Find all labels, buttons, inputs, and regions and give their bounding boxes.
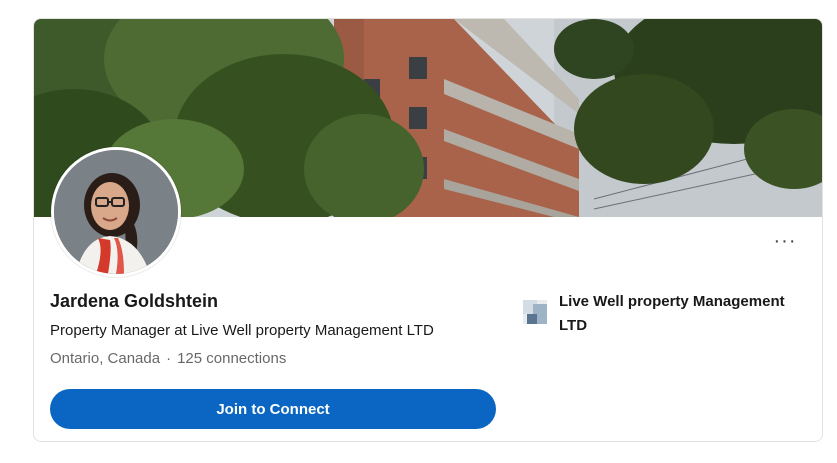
- company-name-link[interactable]: Live Well property Management LTD: [559, 290, 809, 338]
- more-horizontal-icon: ···: [773, 230, 797, 252]
- profile-headline: Property Manager at Live Well property M…: [50, 322, 434, 339]
- join-to-connect-button[interactable]: Join to Connect: [50, 389, 496, 429]
- profile-avatar: [51, 147, 181, 277]
- more-options-button[interactable]: ···: [770, 229, 800, 253]
- company-logo-placeholder-icon: [523, 300, 547, 324]
- profile-card: ··· Jardena Goldshtein Property Manager …: [33, 18, 823, 442]
- profile-connections: 125 connections: [177, 350, 287, 367]
- meta-separator: ·: [166, 350, 172, 367]
- profile-location: Ontario, Canada: [50, 350, 161, 367]
- profile-name: Jardena Goldshtein: [50, 291, 219, 311]
- profile-meta: Ontario, Canada · 125 connections: [50, 350, 286, 367]
- current-company[interactable]: Live Well property Management LTD: [523, 290, 809, 338]
